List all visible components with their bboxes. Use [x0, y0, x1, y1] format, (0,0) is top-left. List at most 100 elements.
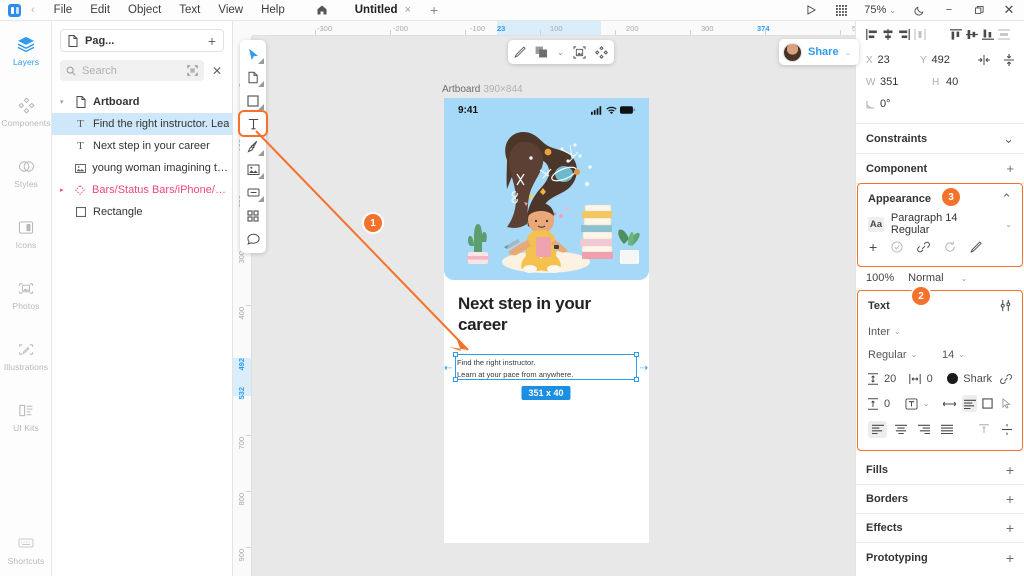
- pen-tool[interactable]: [240, 135, 266, 158]
- share-bar[interactable]: Share ⌄: [779, 39, 859, 65]
- add-effect-button[interactable]: +: [1006, 520, 1014, 536]
- layer-row-bars-status-bars-iphone-light[interactable]: ▸ Bars/Status Bars/iPhone/Light: [52, 179, 232, 201]
- minimize-button[interactable]: −: [934, 0, 964, 21]
- flip-vertical-icon[interactable]: [1004, 54, 1014, 66]
- resize-arrow-left[interactable]: ⇠: [444, 363, 452, 374]
- valign-middle-icon[interactable]: [997, 421, 1016, 438]
- add-prototype-button[interactable]: +: [1006, 550, 1014, 566]
- avatar[interactable]: [783, 43, 802, 62]
- resize-handle-bottom-right[interactable]: [634, 377, 639, 382]
- text-settings-icon[interactable]: [999, 299, 1012, 312]
- menu-text[interactable]: Text: [170, 0, 209, 21]
- flip-horizontal-icon[interactable]: [978, 55, 990, 65]
- rotation-value[interactable]: 0°: [880, 98, 932, 110]
- zoom-selector[interactable]: 75% ⌄: [856, 4, 904, 16]
- moon-icon[interactable]: [904, 0, 934, 21]
- maximize-button[interactable]: [964, 0, 994, 21]
- boolean-icon[interactable]: [535, 46, 548, 58]
- align-text-left-icon[interactable]: [868, 421, 887, 438]
- button-tool[interactable]: [240, 181, 266, 204]
- play-icon[interactable]: [796, 0, 826, 21]
- search-input[interactable]: Search: [60, 60, 204, 81]
- mask-icon[interactable]: [573, 46, 586, 59]
- fills-section[interactable]: Fills +: [856, 456, 1024, 485]
- layer-row-find-the-right-instructor[interactable]: T Find the right instructor. Lea: [52, 113, 232, 135]
- align-right-icon[interactable]: [898, 24, 910, 44]
- ruler-horizontal[interactable]: -300 -200 -100 23 100 200 300 374 500 60…: [233, 21, 855, 36]
- align-top-icon[interactable]: [950, 24, 962, 44]
- borders-section[interactable]: Borders +: [856, 485, 1024, 514]
- vector-tool[interactable]: [240, 66, 266, 89]
- valign-top-icon[interactable]: [974, 421, 993, 438]
- add-border-button[interactable]: +: [1006, 491, 1014, 507]
- hero-image[interactable]: 9:41: [444, 98, 649, 280]
- align-center-v-icon[interactable]: [966, 24, 978, 44]
- resize-handle-bottom-left[interactable]: [453, 377, 458, 382]
- sidebar-item-illustrations[interactable]: Illustrations: [0, 332, 52, 376]
- fixed-size-icon[interactable]: [980, 395, 995, 412]
- auto-height-icon[interactable]: [962, 395, 977, 412]
- fit-icon[interactable]: [187, 65, 198, 76]
- chevron-up-icon[interactable]: ⌃: [1001, 191, 1012, 207]
- comment-tool[interactable]: [240, 227, 266, 250]
- align-text-right-icon[interactable]: [914, 421, 933, 438]
- layer-row-next-step-in-your-career[interactable]: T Next step in your career: [52, 135, 232, 157]
- image-tool[interactable]: [240, 158, 266, 181]
- y-value[interactable]: 492: [931, 54, 974, 66]
- align-text-justify-icon[interactable]: [937, 421, 956, 438]
- distribute-h-icon[interactable]: [914, 24, 926, 44]
- text-link-icon[interactable]: [1000, 373, 1012, 385]
- collapse-all-icon[interactable]: ✕: [210, 64, 224, 78]
- selection-box[interactable]: ⇠ ⇢ 351 x 40: [455, 354, 637, 380]
- text-tool[interactable]: [240, 112, 266, 135]
- text-cursor-icon[interactable]: [1002, 398, 1012, 409]
- grid-icon[interactable]: [826, 0, 856, 21]
- chevron-down-icon[interactable]: ⌄: [1003, 131, 1014, 147]
- align-bottom-icon[interactable]: [982, 24, 994, 44]
- text-color-field[interactable]: Shark: [947, 373, 992, 385]
- valign-bottom-icon[interactable]: [1020, 421, 1024, 438]
- prototyping-section[interactable]: Prototyping +: [856, 543, 1024, 572]
- canvas-area[interactable]: -300 -200 -100 23 100 200 300 374 500 60…: [233, 21, 855, 576]
- grid-tool[interactable]: [240, 204, 266, 227]
- pointer-tool[interactable]: [240, 43, 266, 66]
- disable-style-icon[interactable]: [891, 241, 903, 253]
- back-chevron-icon[interactable]: ‹: [31, 4, 35, 16]
- constraints-header[interactable]: Constraints ⌄: [856, 124, 1024, 153]
- effects-section[interactable]: Effects +: [856, 514, 1024, 543]
- menu-file[interactable]: File: [45, 0, 82, 21]
- paragraph-spacing-field[interactable]: 0: [868, 398, 901, 410]
- sidebar-item-icons[interactable]: Icons: [0, 210, 52, 254]
- link-style-icon[interactable]: [917, 241, 930, 253]
- add-component-button[interactable]: +: [1006, 161, 1014, 176]
- sidebar-item-photos[interactable]: Photos: [0, 271, 52, 315]
- chevron-down-icon[interactable]: ⌄: [923, 399, 930, 408]
- distribute-v-icon[interactable]: [998, 24, 1010, 44]
- chevron-down-icon[interactable]: ▾: [60, 98, 68, 106]
- appearance-header[interactable]: Appearance ⌃: [858, 184, 1022, 213]
- text-header[interactable]: Text: [858, 291, 1022, 320]
- resize-handle-top-right[interactable]: [634, 352, 639, 357]
- menu-edit[interactable]: Edit: [81, 0, 119, 21]
- font-weight-dropdown[interactable]: Regular⌄: [868, 349, 942, 361]
- layer-row-artboard[interactable]: ▾ Artboard: [52, 91, 232, 113]
- font-size-dropdown[interactable]: 14⌄: [942, 349, 965, 361]
- tab-close-icon[interactable]: ×: [405, 0, 411, 21]
- blend-mode-value[interactable]: Normal: [908, 272, 943, 284]
- chevron-down-icon[interactable]: ⌄: [961, 274, 968, 283]
- pencil-icon[interactable]: [514, 46, 526, 58]
- artboard[interactable]: 9:41: [444, 98, 649, 543]
- x-value[interactable]: 23: [877, 54, 920, 66]
- align-left-icon[interactable]: [866, 24, 878, 44]
- text-transform-icon[interactable]: [905, 398, 918, 410]
- text-style-row[interactable]: Aa Paragraph 14 Regular ⌄: [868, 213, 1012, 235]
- w-value[interactable]: 351: [880, 76, 932, 88]
- align-center-h-icon[interactable]: [882, 24, 894, 44]
- tab-untitled[interactable]: Untitled ×: [346, 0, 420, 21]
- font-family-row[interactable]: Inter⌄: [868, 320, 1012, 343]
- canvas-body[interactable]: Artboard390×844 9:41: [252, 36, 855, 576]
- menu-object[interactable]: Object: [119, 0, 170, 21]
- page-selector[interactable]: Pag... +: [60, 29, 224, 52]
- app-logo-icon[interactable]: [8, 4, 21, 17]
- reset-style-icon[interactable]: [944, 241, 956, 253]
